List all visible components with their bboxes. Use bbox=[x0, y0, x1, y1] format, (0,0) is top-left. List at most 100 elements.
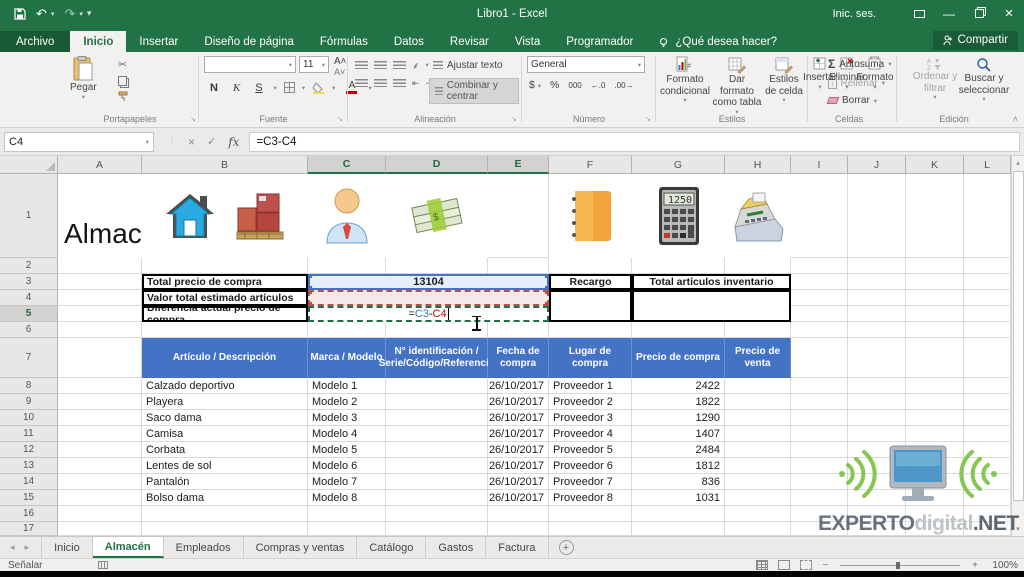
table-cell[interactable]: Modelo 8 bbox=[308, 490, 386, 506]
close-icon[interactable]: × bbox=[994, 0, 1024, 27]
sheet-tab-gastos[interactable]: Gastos bbox=[426, 537, 486, 558]
grid-cell[interactable] bbox=[791, 338, 848, 378]
table-cell[interactable]: 26/10/2017 bbox=[488, 394, 549, 410]
table-cell[interactable]: 2422 bbox=[632, 378, 725, 394]
grid-cell[interactable] bbox=[791, 410, 848, 426]
grid-cell[interactable] bbox=[308, 322, 386, 338]
table-cell[interactable] bbox=[725, 458, 791, 474]
cell-c5-formula-edit[interactable]: =C3-C4 bbox=[308, 306, 549, 322]
table-cell[interactable]: 1812 bbox=[632, 458, 725, 474]
grid-cell[interactable] bbox=[386, 258, 488, 274]
grid-cell[interactable] bbox=[964, 174, 1011, 258]
grid-cell[interactable] bbox=[791, 258, 848, 274]
italic-button[interactable]: K bbox=[229, 81, 244, 95]
table-cell[interactable]: Playera bbox=[142, 394, 308, 410]
row-header-5[interactable]: 5 bbox=[0, 306, 58, 322]
ribbon-tab-vista[interactable]: Vista bbox=[502, 31, 553, 52]
row-header-7[interactable]: 7 bbox=[0, 338, 58, 378]
grid-cell[interactable] bbox=[791, 490, 848, 506]
table-cell[interactable]: 26/10/2017 bbox=[488, 474, 549, 490]
ribbon-tab-revisar[interactable]: Revisar bbox=[437, 31, 502, 52]
table-cell[interactable] bbox=[386, 458, 488, 474]
grid-cell[interactable] bbox=[906, 490, 964, 506]
table-cell[interactable] bbox=[725, 410, 791, 426]
grid-cell[interactable] bbox=[848, 174, 906, 258]
grid-cell[interactable] bbox=[964, 442, 1011, 458]
align-right-icon[interactable] bbox=[393, 79, 406, 88]
table-cell[interactable] bbox=[725, 394, 791, 410]
table-cell[interactable] bbox=[725, 442, 791, 458]
grid-cell[interactable] bbox=[906, 258, 964, 274]
table-cell[interactable]: Modelo 7 bbox=[308, 474, 386, 490]
table-cell[interactable] bbox=[386, 490, 488, 506]
grid-cell[interactable] bbox=[142, 506, 308, 522]
table-cell[interactable]: Camisa bbox=[142, 426, 308, 442]
grid-cell[interactable] bbox=[848, 458, 906, 474]
column-header-J[interactable]: J bbox=[848, 156, 906, 174]
table-cell[interactable] bbox=[725, 490, 791, 506]
grid-cell[interactable] bbox=[791, 426, 848, 442]
grid-cell[interactable] bbox=[848, 490, 906, 506]
sheet-tab-cat-logo[interactable]: Catálogo bbox=[357, 537, 426, 558]
ribbon-tab-f-rmulas[interactable]: Fórmulas bbox=[307, 31, 381, 52]
page-layout-view-icon[interactable] bbox=[778, 560, 790, 570]
grid-cell[interactable] bbox=[906, 274, 964, 290]
column-header-K[interactable]: K bbox=[906, 156, 964, 174]
grid-cell[interactable] bbox=[848, 474, 906, 490]
grid-cell[interactable] bbox=[964, 506, 1011, 522]
grid-cell[interactable] bbox=[964, 258, 1011, 274]
row-header-12[interactable]: 12 bbox=[0, 442, 58, 458]
decrease-decimal-icon[interactable]: .00→ bbox=[614, 81, 633, 90]
grid-cell[interactable] bbox=[308, 258, 386, 274]
table-cell[interactable]: Proveedor 7 bbox=[549, 474, 632, 490]
restore-icon[interactable] bbox=[964, 0, 994, 27]
grid-cell[interactable] bbox=[791, 274, 848, 290]
table-header-marca[interactable]: Marca / Modelo bbox=[308, 338, 386, 378]
paste-button[interactable]: Pegar▾ bbox=[70, 56, 97, 101]
grid-cell[interactable] bbox=[488, 174, 549, 258]
row-header-3[interactable]: 3 bbox=[0, 274, 58, 290]
table-cell[interactable] bbox=[386, 394, 488, 410]
table-cell[interactable] bbox=[725, 378, 791, 394]
table-cell[interactable] bbox=[386, 474, 488, 490]
grid-cell[interactable] bbox=[848, 322, 906, 338]
grid-cell[interactable] bbox=[848, 426, 906, 442]
grid-cell[interactable] bbox=[725, 506, 791, 522]
tell-me-box[interactable]: ¿Qué desea hacer? bbox=[658, 36, 777, 52]
row-header-10[interactable]: 10 bbox=[0, 410, 58, 426]
table-cell[interactable]: 26/10/2017 bbox=[488, 458, 549, 474]
grid-cell[interactable] bbox=[791, 442, 848, 458]
grid-cell[interactable] bbox=[142, 322, 308, 338]
grid-cell[interactable] bbox=[964, 394, 1011, 410]
table-cell[interactable]: 1407 bbox=[632, 426, 725, 442]
cell-a1-title[interactable]: Almacén bbox=[58, 174, 142, 258]
zoom-slider[interactable] bbox=[840, 565, 960, 566]
scroll-up-icon[interactable]: ▴ bbox=[1012, 156, 1024, 170]
summary-label-total-precio[interactable]: Total precio de compra bbox=[142, 274, 308, 290]
grid-cell[interactable] bbox=[791, 394, 848, 410]
cell-c4-reference[interactable] bbox=[308, 290, 549, 306]
row-header-17[interactable]: 17 bbox=[0, 522, 58, 536]
grid-cell[interactable] bbox=[906, 174, 964, 258]
number-format-combo[interactable]: General▾ bbox=[527, 56, 645, 73]
page-break-view-icon[interactable] bbox=[800, 560, 812, 570]
grid-cell[interactable] bbox=[791, 322, 848, 338]
grid-cell[interactable] bbox=[549, 506, 632, 522]
sheet-tab-almac-n[interactable]: Almacén bbox=[93, 537, 164, 558]
name-box[interactable]: C4▾ bbox=[4, 132, 154, 152]
align-middle-icon[interactable] bbox=[374, 61, 387, 70]
comma-format-button[interactable]: 000 bbox=[568, 81, 581, 90]
table-cell[interactable]: 26/10/2017 bbox=[488, 426, 549, 442]
copy-icon[interactable] bbox=[118, 76, 127, 86]
autosum-button[interactable]: Σ Autosuma ▾ bbox=[828, 57, 892, 71]
grid-cell[interactable] bbox=[964, 290, 1011, 306]
grid-cell[interactable] bbox=[488, 258, 549, 274]
dialog-launcher-icon[interactable]: ↘ bbox=[337, 115, 343, 123]
sign-in-link[interactable]: Inic. ses. bbox=[833, 8, 876, 20]
share-button[interactable]: Compartir bbox=[933, 31, 1018, 50]
grid-cell[interactable] bbox=[906, 426, 964, 442]
summary-label-diferencia[interactable]: Diferencia actual precio de compra bbox=[142, 306, 308, 322]
table-cell[interactable]: Pantalón bbox=[142, 474, 308, 490]
cell-c3-selected[interactable]: 13104 bbox=[308, 274, 549, 290]
align-left-icon[interactable] bbox=[355, 79, 368, 88]
